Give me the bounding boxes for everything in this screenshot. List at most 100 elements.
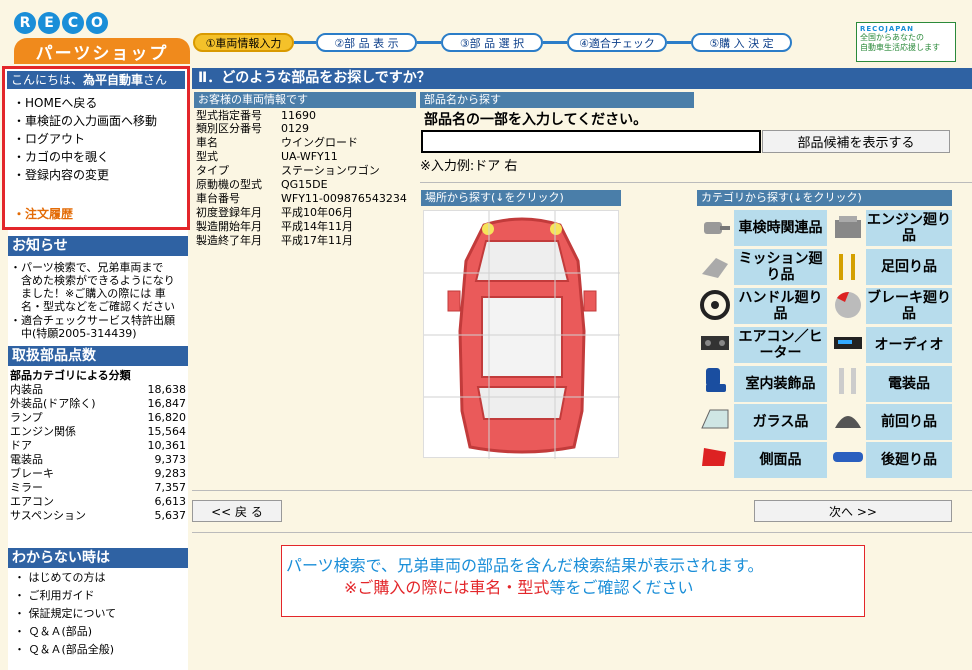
- category-transmission[interactable]: ミッション廻り品: [734, 249, 827, 285]
- menu-profile[interactable]: ・登録内容の変更: [13, 166, 109, 184]
- count-value: 16,847: [147, 397, 187, 410]
- transmission-icon: [702, 258, 728, 278]
- next-button[interactable]: 次へ >>: [754, 500, 952, 522]
- news-line: ました！※ご購入の際には 車: [10, 287, 166, 300]
- input-example: ※入力例:ドア 右: [420, 159, 518, 174]
- badge-line: 全国からあなたの: [860, 33, 924, 42]
- vehicle-value: 11690: [281, 109, 316, 122]
- vehicle-row: 製造開始年月 平成14年11月: [196, 221, 353, 233]
- help-title: わからない時は: [8, 548, 188, 568]
- count-value: 18,638: [147, 383, 187, 396]
- count-name: 内装品: [10, 383, 43, 396]
- vehicle-row: 型式 UA-WFY11: [196, 151, 338, 163]
- vehicle-value: ウイングロード: [281, 136, 358, 149]
- vehicle-key: 原動機の型式: [196, 178, 262, 191]
- part-name-input[interactable]: [421, 130, 761, 153]
- count-row: 内装品 18,638: [10, 383, 186, 396]
- count-name: 電装品: [10, 453, 43, 466]
- help-qa-parts[interactable]: ・ Ｑ＆Ａ(部品): [14, 623, 92, 640]
- name-search-label: 部品名から探す: [420, 92, 694, 108]
- reco-japan-badge[interactable]: RECOJAPAN 全国からあなたの 自動車生活応援します: [856, 22, 956, 62]
- back-button[interactable]: << 戻 る: [192, 500, 282, 522]
- notice-line1: パーツ検索で、兄弟車両の部品を含んだ検索結果が表示されます。: [286, 556, 764, 575]
- news-line[interactable]: ・適合チェックサービス特許出願: [10, 314, 186, 327]
- logo-letter: R: [14, 12, 36, 34]
- menu-vehicle-input[interactable]: ・車検証の入力画面へ移動: [13, 112, 157, 130]
- news-line: 含めた検索ができるようになり: [10, 274, 175, 287]
- vehicle-key: 類別区分番号: [196, 122, 262, 135]
- category-side[interactable]: 側面品: [734, 442, 827, 478]
- count-value: 9,373: [154, 453, 187, 466]
- category-search-label: カテゴリから探す(↓をクリック): [697, 190, 952, 206]
- category-audio[interactable]: オーディオ: [866, 327, 952, 363]
- logo-letter: O: [86, 12, 108, 34]
- news-title: お知らせ: [8, 236, 188, 256]
- step-vehicle-info[interactable]: ①車両情報入力: [193, 33, 294, 52]
- menu-home[interactable]: ・HOMEへ戻る: [13, 94, 97, 112]
- hood-icon: [835, 416, 861, 428]
- category-suspension[interactable]: 足回り品: [866, 249, 952, 285]
- menu-cart[interactable]: ・カゴの中を覗く: [13, 148, 109, 166]
- menu-order-history[interactable]: ・注文履歴: [13, 205, 73, 222]
- count-row: エンジン関係 15,564: [10, 425, 186, 438]
- vehicle-value: 0129: [281, 122, 309, 135]
- count-value: 7,357: [154, 481, 187, 494]
- help-qa-general[interactable]: ・ Ｑ＆Ａ(部品全般): [14, 641, 114, 658]
- car-location-map[interactable]: [423, 210, 620, 459]
- count-row: サスペンション 5,637: [10, 509, 186, 522]
- help-warranty[interactable]: ・ 保証規定について: [14, 605, 116, 622]
- ac-panel-icon: [701, 336, 729, 350]
- help-first-time[interactable]: ・ はじめての方は: [14, 569, 106, 586]
- logo-letter: E: [38, 12, 60, 34]
- brake-disc-icon: [835, 292, 861, 318]
- glass-icon: [701, 409, 729, 429]
- category-electrical[interactable]: 電装品: [866, 366, 952, 402]
- count-value: 9,283: [154, 467, 187, 480]
- step-connector: [543, 41, 567, 44]
- count-value: 5,637: [154, 509, 187, 522]
- count-value: 10,361: [147, 439, 187, 452]
- count-row: 電装品 9,373: [10, 453, 186, 466]
- vehicle-info-label: お客様の車両情報です: [194, 92, 416, 108]
- vehicle-value: ステーションワゴン: [281, 164, 380, 177]
- vehicle-key: 製造開始年月: [196, 220, 262, 233]
- step-purchase[interactable]: ⑤購 入 決 定: [691, 33, 792, 52]
- suspension-icon: [839, 254, 855, 280]
- category-glass[interactable]: ガラス品: [734, 404, 827, 440]
- count-name: ドア: [10, 439, 32, 452]
- category-rear[interactable]: 後廻り品: [866, 442, 952, 478]
- category-inspection[interactable]: 車検時関連品: [734, 210, 827, 246]
- vehicle-value: 平成17年11月: [281, 234, 353, 247]
- page-title: Ⅱ．どのような部品をお探しですか？: [192, 68, 972, 89]
- name-search-instruction: 部品名の一部を入力してください。: [424, 112, 648, 128]
- category-aircon[interactable]: エアコン／ヒーター: [734, 327, 827, 363]
- steering-wheel-icon: [700, 290, 730, 320]
- greeting-name: 為平自動車: [83, 73, 144, 87]
- step-parts-display[interactable]: ②部 品 表 示: [316, 33, 417, 52]
- count-value: 15,564: [147, 425, 187, 438]
- step-fit-check[interactable]: ④適合チェック: [567, 33, 667, 52]
- count-value: 16,820: [147, 411, 187, 424]
- badge-line: 自動車生活応援します: [860, 43, 940, 52]
- step-parts-select[interactable]: ③部 品 選 択: [441, 33, 543, 52]
- vehicle-row: 車名 ウイングロード: [196, 137, 358, 149]
- count-row: ドア 10,361: [10, 439, 186, 452]
- count-row: 外装品(ドア除く) 16,847: [10, 397, 186, 410]
- category-engine[interactable]: エンジン廻り品: [866, 210, 952, 246]
- engine-icon: [835, 216, 861, 238]
- vehicle-key: 車名: [196, 136, 218, 149]
- vehicle-value: 平成14年11月: [281, 220, 353, 233]
- help-guide[interactable]: ・ ご利用ガイド: [14, 587, 95, 604]
- vehicle-value: UA-WFY11: [281, 150, 338, 163]
- counts-subtitle: 部品カテゴリによる分類: [10, 369, 131, 382]
- category-steering[interactable]: ハンドル廻り品: [734, 288, 827, 324]
- category-interior[interactable]: 室内装飾品: [734, 366, 827, 402]
- menu-logout[interactable]: ・ログアウト: [13, 130, 85, 148]
- notice-part: 等をご確認ください: [549, 578, 694, 597]
- vehicle-key: タイプ: [196, 164, 229, 177]
- category-front[interactable]: 前回り品: [866, 404, 952, 440]
- vehicle-value: QG15DE: [281, 178, 328, 191]
- count-name: 外装品(ドア除く): [10, 397, 96, 410]
- category-brake[interactable]: ブレーキ廻り品: [866, 288, 952, 324]
- show-candidates-button[interactable]: 部品候補を表示する: [762, 130, 950, 153]
